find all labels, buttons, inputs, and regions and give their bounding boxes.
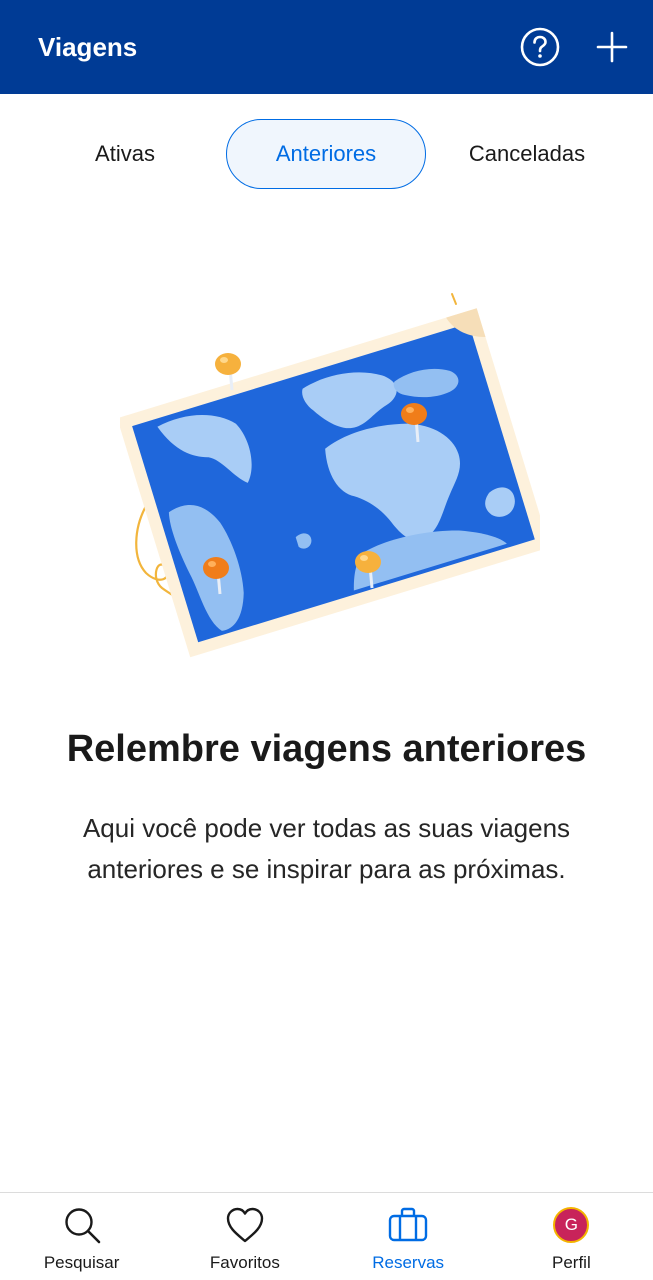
empty-state-description: Aqui você pode ver todas as suas viagens…: [82, 813, 571, 884]
app-bar-actions: [519, 26, 633, 68]
nav-label-reservas: Reservas: [372, 1253, 445, 1272]
nav-label-favoritos: Favoritos: [209, 1253, 280, 1272]
empty-state-title: Relembre viagens anteriores: [66, 728, 587, 770]
plus-icon: [596, 31, 628, 63]
search-icon: [60, 1203, 104, 1247]
nav-label-perfil: Perfil: [552, 1253, 591, 1272]
question-circle-icon: [520, 27, 560, 67]
app-bar: Viagens: [0, 0, 653, 94]
nav-label-pesquisar: Pesquisar: [43, 1253, 120, 1272]
nav-item-favoritos[interactable]: Favoritos: [163, 1193, 326, 1280]
page-title: Viagens: [38, 31, 138, 62]
bottom-navigation: Pesquisar Favoritos Reservas G Perfil: [0, 1192, 653, 1280]
nav-item-reservas[interactable]: Reservas: [327, 1193, 490, 1280]
tab-anteriores[interactable]: Anteriores: [226, 119, 426, 189]
world-map-illustration: [117, 288, 550, 668]
trip-tabs: Ativas Anteriores Canceladas: [0, 94, 653, 216]
help-button[interactable]: [519, 26, 561, 68]
avatar: G: [553, 1207, 590, 1243]
heart-icon: [223, 1203, 267, 1247]
nav-item-pesquisar[interactable]: Pesquisar: [0, 1193, 163, 1280]
add-trip-button[interactable]: [591, 26, 633, 68]
tab-ativas[interactable]: Ativas: [26, 119, 224, 189]
suitcase-icon: [386, 1203, 430, 1247]
nav-item-perfil[interactable]: G Perfil: [490, 1193, 653, 1280]
tab-canceladas[interactable]: Canceladas: [428, 119, 626, 189]
